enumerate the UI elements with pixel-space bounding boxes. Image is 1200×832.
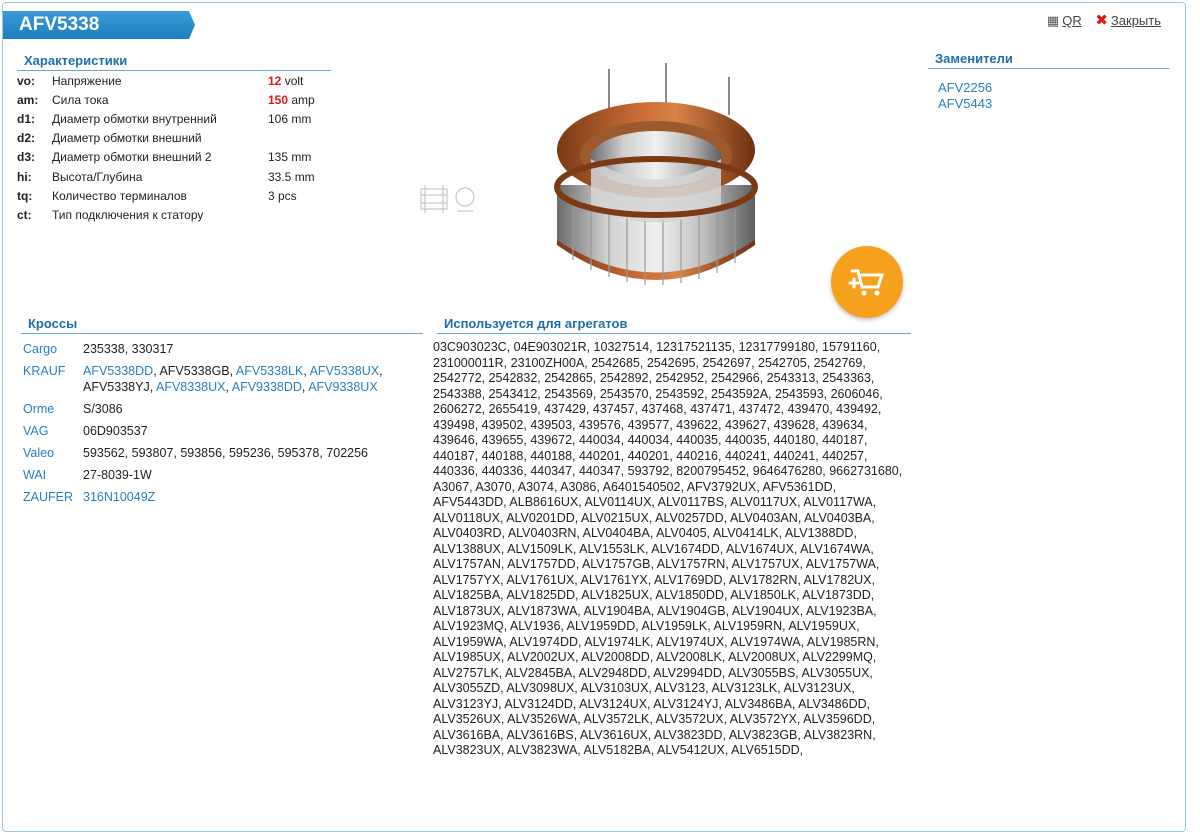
cross-code-link[interactable]: AFV5338DD <box>83 364 153 378</box>
spec-label: Диаметр обмотки внешний 2 <box>52 150 212 165</box>
spec-value: 150 amp <box>268 92 315 107</box>
cross-code: AFV5338GB <box>159 364 230 378</box>
spec-code: d3: <box>17 150 35 165</box>
spec-row: am: Сила тока 150 amp <box>17 90 315 109</box>
spec-value: 135 mm <box>268 150 312 165</box>
spec-value: 106 mm <box>268 111 312 126</box>
usage-codes-text: 03C903023C, 04E903021R, 10327514, 123175… <box>433 340 903 757</box>
cross-code: AFV5338YJ <box>83 379 150 394</box>
cross-code: , <box>379 364 383 378</box>
cross-codes: 316N10049Z <box>83 490 413 506</box>
stator-product-image[interactable] <box>551 55 761 310</box>
cross-code-link[interactable]: AFV5338UX <box>310 364 379 378</box>
cross-brand-link[interactable]: VAG <box>23 424 83 440</box>
cross-codes: AFV5338DD, AFV5338GB, AFV5338LK, AFV5338… <box>83 364 413 395</box>
spec-label: Количество терминалов <box>52 188 187 203</box>
spec-code: d1: <box>17 111 35 126</box>
spec-code: am: <box>17 92 39 107</box>
cross-codes: 593562, 593807, 593856, 595236, 595378, … <box>83 445 368 460</box>
substitute-link[interactable]: AFV2256 <box>938 80 992 96</box>
usage-title: Используется для агрегатов <box>437 316 911 334</box>
spec-row: d1: Диаметр обмотки внутренний 106 mm <box>17 109 315 128</box>
spec-code: hi: <box>17 169 32 184</box>
cross-brand-link[interactable]: ZAUFER <box>23 490 83 506</box>
substitutes-list: AFV2256 AFV5443 <box>938 80 992 111</box>
cross-code-link[interactable]: AFV9338DD <box>232 380 302 394</box>
spec-value: 33.5 mm <box>268 169 315 184</box>
characteristics-table: vo: Напряжение 12 volt am: Сила тока 150 amp d… <box>17 71 315 225</box>
cross-code-link[interactable]: 316N10049Z <box>83 490 155 504</box>
close-icon: ✖ <box>1095 12 1108 29</box>
qr-link[interactable]: ▦ QR <box>1047 13 1082 28</box>
cross-brand-link[interactable]: Orme <box>23 402 83 418</box>
thumbnail-drawing-icon[interactable] <box>419 183 479 217</box>
spec-value: 3 pcs <box>268 188 297 203</box>
cross-row: Cargo 235338, 330317 <box>23 342 413 358</box>
spec-label: Тип подключения к статору <box>52 207 204 222</box>
cross-code-link[interactable]: AFV8338UX <box>156 380 225 394</box>
spec-row: vo: Напряжение 12 volt <box>17 71 315 90</box>
cross-codes: 27-8039-1W <box>83 467 152 482</box>
spec-row: tq: Количество терминалов 3 pcs <box>17 186 315 205</box>
qr-icon: ▦ <box>1046 13 1060 28</box>
substitutes-title: Заменители <box>928 51 1169 69</box>
spec-row: hi: Высота/Глубина 33.5 mm <box>17 167 315 186</box>
characteristics-title: Характеристики <box>17 53 331 71</box>
cross-brand-link[interactable]: WAI <box>23 468 83 484</box>
cross-row: ZAUFER 316N10049Z <box>23 490 413 506</box>
spec-label: Диаметр обмотки внешний <box>52 131 202 146</box>
cart-plus-icon <box>848 269 885 296</box>
part-number-title: AFV5338 <box>3 11 195 39</box>
spec-code: vo: <box>17 73 35 88</box>
cross-row: KRAUF AFV5338DD, AFV5338GB, AFV5338LK, AF… <box>23 364 413 395</box>
add-to-cart-button[interactable] <box>831 246 903 318</box>
crosses-title: Кроссы <box>21 316 423 334</box>
spec-code: ct: <box>17 207 32 222</box>
spec-value: 12 volt <box>268 73 304 88</box>
cross-codes: 06D903537 <box>83 423 148 438</box>
cross-row: Valeo 593562, 593807, 593856, 595236, 595… <box>23 446 413 462</box>
crosses-table: Cargo 235338, 330317 KRAUF AFV5338DD, AFV53… <box>23 342 413 512</box>
cross-row: Orme S/3086 <box>23 402 413 418</box>
cross-codes: S/3086 <box>83 401 123 416</box>
substitute-link[interactable]: AFV5443 <box>938 96 992 112</box>
spec-row: d2: Диаметр обмотки внешний <box>17 129 315 148</box>
spec-row: d3: Диаметр обмотки внешний 2 135 mm <box>17 148 315 167</box>
top-links: ▦ QR ✖ Закрыть <box>1037 11 1161 29</box>
spec-label: Диаметр обмотки внутренний <box>52 111 217 126</box>
cross-code-link[interactable]: AFV9338UX <box>308 380 377 394</box>
cross-codes: 235338, 330317 <box>83 342 174 356</box>
cross-row: VAG 06D903537 <box>23 424 413 440</box>
spec-code: tq: <box>17 188 33 203</box>
cross-row: WAI 27-8039-1W <box>23 468 413 484</box>
spec-label: Сила тока <box>52 92 109 107</box>
spec-label: Напряжение <box>52 73 122 88</box>
cross-brand-link[interactable]: Valeo <box>23 446 83 462</box>
cross-brand-link[interactable]: Cargo <box>23 342 83 358</box>
spec-code: d2: <box>17 131 35 146</box>
spec-row: ct: Тип подключения к статору <box>17 205 315 224</box>
cross-code-link[interactable]: AFV5338LK <box>236 364 303 378</box>
cross-brand-link[interactable]: KRAUF <box>23 364 83 395</box>
product-card: AFV5338 ▦ QR ✖ Закрыть Характеристики vo: Н… <box>2 2 1186 832</box>
close-link[interactable]: ✖ Закрыть <box>1095 12 1161 29</box>
spec-label: Высота/Глубина <box>52 169 143 184</box>
